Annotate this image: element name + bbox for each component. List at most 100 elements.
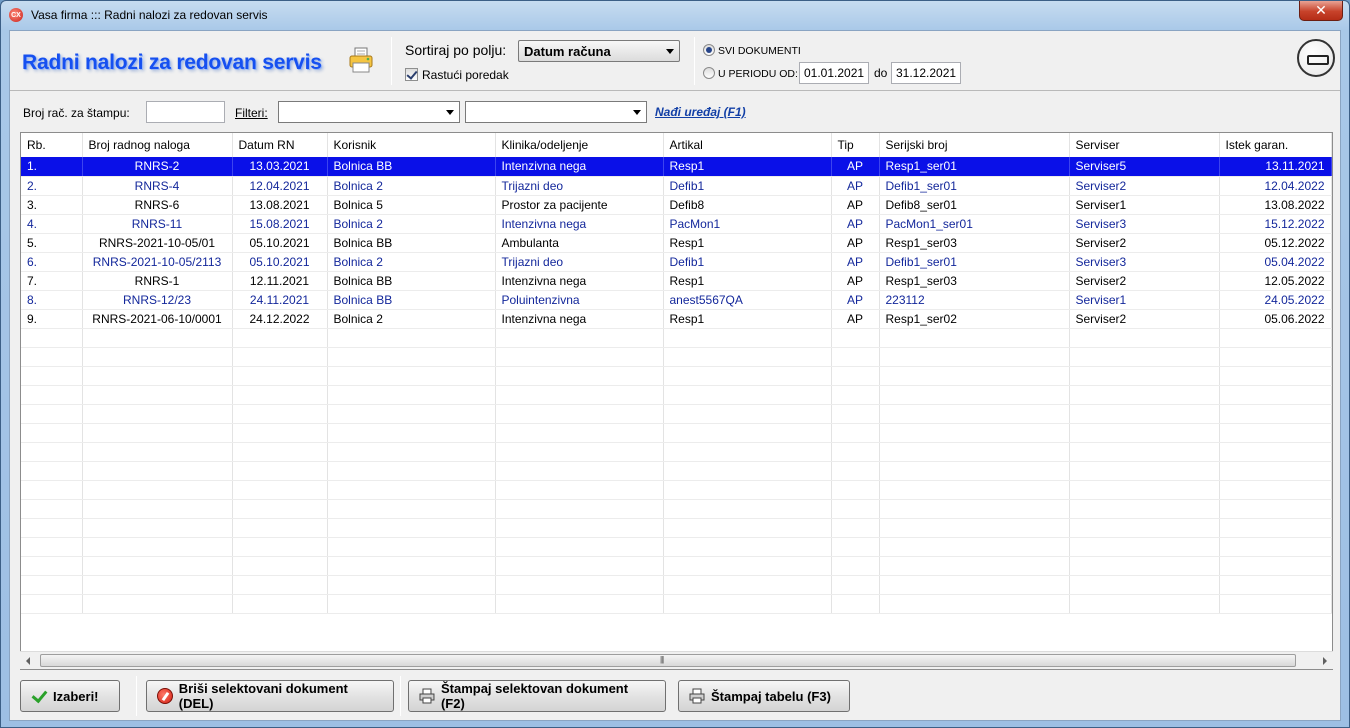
cell-serial [879,385,1070,405]
sort-field-select[interactable]: Datum računa [518,40,680,62]
cell-type [831,442,880,462]
cell-type: AP [831,290,880,310]
separator [391,37,392,85]
find-device-link[interactable]: Nađi uređaj (F1) [655,105,746,119]
table-row[interactable] [21,442,1332,462]
cell-order-number [82,385,233,405]
table-row[interactable]: 2. RNRS-4 12.04.2021 Bolnica 2 Trijazni deo D… [21,176,1332,196]
cell-date [232,499,328,519]
table-row[interactable] [21,328,1332,348]
filter-select-1[interactable] [278,101,460,123]
column-header-customer[interactable]: Korisnik [327,133,496,157]
cell-technician [1069,499,1220,519]
cell-clinic [495,366,664,386]
ascending-checkbox[interactable] [405,68,418,81]
cell-serial: Defib1_ser01 [879,252,1070,272]
cell-clinic [495,442,664,462]
table-row[interactable]: 1. RNRS-2 13.03.2021 Bolnica BB Intenzivna n… [21,157,1332,177]
table-row[interactable] [21,366,1332,386]
cell-customer [327,347,496,367]
delete-document-button[interactable]: Briši selektovani dokument (DEL) [146,680,394,712]
cell-rb [21,537,83,557]
column-header-warranty[interactable]: Istek garan. [1219,133,1332,157]
table-row[interactable] [21,461,1332,481]
table-row[interactable] [21,385,1332,405]
column-header-serial[interactable]: Serijski broj [879,133,1070,157]
date-to-field[interactable]: 31.12.2021 [891,62,961,84]
scroll-left-icon[interactable] [26,657,30,665]
cell-article [663,537,832,557]
cell-warranty [1219,347,1332,367]
cell-warranty [1219,594,1332,614]
cell-type: AP [831,157,880,177]
minimize-panel-button[interactable] [1297,39,1335,77]
table-row[interactable]: 9. RNRS-2021-06-10/0001 24.12.2022 Bolnica … [21,309,1332,329]
table-row[interactable] [21,423,1332,443]
scroll-right-icon[interactable] [1323,657,1327,665]
table-row[interactable]: 7. RNRS-1 12.11.2021 Bolnica BB Intenzivna n… [21,271,1332,291]
cell-type [831,518,880,538]
column-header-technician[interactable]: Serviser [1069,133,1220,157]
cell-date: 12.04.2021 [232,176,328,196]
cell-customer [327,575,496,595]
table-row[interactable] [21,480,1332,500]
cell-date: 24.11.2021 [232,290,328,310]
scrollbar-thumb[interactable] [40,654,1296,667]
table-row[interactable] [21,347,1332,367]
page-title: Radni nalozi za redovan servis [22,51,322,74]
filters-label: Filteri: [235,106,268,120]
column-header-article[interactable]: Artikal [663,133,832,157]
filter-select-2[interactable] [465,101,647,123]
table-row[interactable]: 8. RNRS-12/23 24.11.2021 Bolnica BB Poluinte… [21,290,1332,310]
title-bar[interactable]: CX Vasa firma ::: Radni nalozi za redova… [1,1,1349,29]
column-header-rb[interactable]: Rb. [21,133,83,157]
window-title: Vasa firma ::: Radni nalozi za redovan s… [31,8,268,22]
print-document-button[interactable]: Štampaj selektovan dokument (F2) [408,680,666,712]
cell-customer [327,366,496,386]
print-number-input[interactable] [146,101,225,123]
table-row[interactable] [21,518,1332,538]
cell-date: 13.08.2021 [232,195,328,215]
table-row[interactable]: 3. RNRS-6 13.08.2021 Bolnica 5 Prostor za pa… [21,195,1332,215]
table-row[interactable] [21,556,1332,576]
close-button[interactable]: ✕ [1299,1,1343,21]
horizontal-scrollbar[interactable]: ||| [20,651,1333,669]
period-radio[interactable] [703,67,715,79]
cell-customer: Bolnica 2 [327,214,496,234]
column-header-clinic[interactable]: Klinika/odeljenje [495,133,664,157]
cell-order-number: RNRS-2 [82,157,233,177]
cell-customer [327,499,496,519]
column-header-date[interactable]: Datum RN [232,133,328,157]
grip-icon: ||| [660,655,664,664]
cell-technician [1069,537,1220,557]
work-orders-grid[interactable]: Rb. Broj radnog naloga Datum RN Korisnik… [20,132,1333,670]
cell-type [831,423,880,443]
column-header-order-number[interactable]: Broj radnog naloga [82,133,233,157]
table-row[interactable]: 5. RNRS-2021-10-05/01 05.10.2021 Bolnica BB… [21,233,1332,253]
cell-serial: Resp1_ser02 [879,309,1070,329]
table-row[interactable]: 6. RNRS-2021-10-05/2113 05.10.2021 Bolnica … [21,252,1332,272]
cell-order-number: RNRS-12/23 [82,290,233,310]
cell-technician: Serviser3 [1069,252,1220,272]
cell-type [831,347,880,367]
table-row[interactable] [21,537,1332,557]
cell-article [663,518,832,538]
table-row[interactable]: 4. RNRS-11 15.08.2021 Bolnica 2 Intenzivna n… [21,214,1332,234]
cell-clinic: Intenzivna nega [495,214,664,234]
cell-warranty [1219,556,1332,576]
table-row[interactable] [21,575,1332,595]
cell-customer: Bolnica 2 [327,176,496,196]
cell-type: AP [831,271,880,291]
cell-serial [879,537,1070,557]
cell-warranty: 05.06.2022 [1219,309,1332,329]
table-row[interactable] [21,404,1332,424]
cell-type: AP [831,309,880,329]
select-button[interactable]: Izaberi! [20,680,120,712]
table-row[interactable] [21,499,1332,519]
print-table-button[interactable]: Štampaj tabelu (F3) [678,680,850,712]
date-from-field[interactable]: 01.01.2021 [799,62,869,84]
cell-warranty: 05.04.2022 [1219,252,1332,272]
all-documents-radio[interactable] [703,44,715,56]
column-header-type[interactable]: Tip [831,133,880,157]
table-row[interactable] [21,594,1332,614]
